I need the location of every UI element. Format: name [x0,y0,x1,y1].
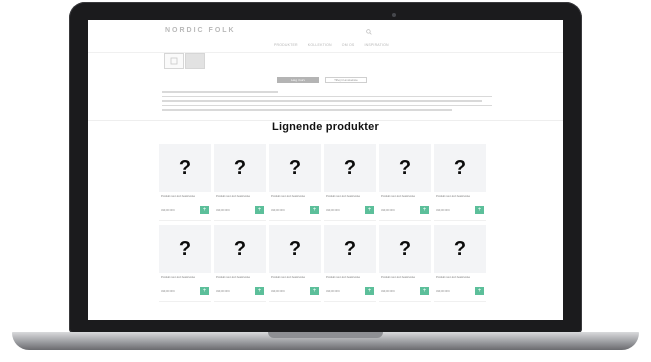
nav-item-om-os[interactable]: OM OS [342,43,355,47]
product-price: 499,00 DKK [161,209,175,212]
add-to-cart-icon-button[interactable]: + [310,287,319,295]
add-to-cart-icon-button[interactable]: + [255,206,264,214]
laptop-screen: NORDIC FOLK PRODUKTER KOLLEKTION OM OS I… [88,20,563,320]
product-image-placeholder[interactable]: ? [159,225,211,273]
add-to-cart-icon-button[interactable]: + [365,287,374,295]
product-image-placeholder[interactable]: ? [269,225,321,273]
product-image-placeholder[interactable]: ? [214,144,266,192]
product-card[interactable]: ? Produkt navn kort beskrivelse 499,00 D… [379,225,431,302]
nav-item-inspiration[interactable]: INSPIRATION [364,43,388,47]
product-price: 499,00 DKK [216,290,230,293]
product-card[interactable]: ? Produkt navn kort beskrivelse 499,00 D… [269,225,321,302]
product-card[interactable]: ? Produkt navn kort beskrivelse 499,00 D… [159,225,211,302]
product-name: Produkt navn kort beskrivelse [326,276,361,279]
site-logo[interactable]: NORDIC FOLK [165,27,236,34]
add-to-cart-icon-button[interactable]: + [475,206,484,214]
product-price: 499,00 DKK [436,290,450,293]
card-divider [434,301,486,302]
nav-item-produkter[interactable]: PRODUKTER [274,43,298,47]
add-to-cart-icon-button[interactable]: + [310,206,319,214]
product-name: Produkt navn kort beskrivelse [381,195,416,198]
search-icon[interactable] [366,29,372,35]
main-nav: PRODUKTER KOLLEKTION OM OS INSPIRATION [274,43,389,47]
nav-item-kollektion[interactable]: KOLLEKTION [308,43,332,47]
product-card[interactable]: ? Produkt navn kort beskrivelse 499,00 D… [214,225,266,302]
product-card[interactable]: ? Produkt navn kort beskrivelse 499,00 D… [379,144,431,221]
product-price: 499,00 DKK [381,209,395,212]
product-name: Produkt navn kort beskrivelse [216,195,251,198]
product-price: 499,00 DKK [436,209,450,212]
card-divider [324,220,376,221]
add-to-cart-icon-button[interactable]: + [475,287,484,295]
card-divider [214,220,266,221]
product-card[interactable]: ? Produkt navn kort beskrivelse 499,00 D… [269,144,321,221]
product-name: Produkt navn kort beskrivelse [436,276,471,279]
product-price: 499,00 DKK [216,209,230,212]
product-image-placeholder[interactable]: ? [324,144,376,192]
product-card[interactable]: ? Produkt navn kort beskrivelse 499,00 D… [324,144,376,221]
card-divider [269,220,321,221]
product-price: 499,00 DKK [161,290,175,293]
product-image-placeholder[interactable]: ? [434,225,486,273]
product-card[interactable]: ? Produkt navn kort beskrivelse 499,00 D… [434,225,486,302]
image-placeholder-icon [170,57,178,65]
product-price: 499,00 DKK [271,209,285,212]
card-divider [379,301,431,302]
product-description [162,91,492,114]
laptop-notch [268,332,383,338]
product-card[interactable]: ? Produkt navn kort beskrivelse 499,00 D… [434,144,486,221]
product-card[interactable]: ? Produkt navn kort beskrivelse 499,00 D… [214,144,266,221]
product-price: 499,00 DKK [326,209,340,212]
product-image-placeholder[interactable]: ? [379,144,431,192]
product-name: Produkt navn kort beskrivelse [326,195,361,198]
product-name: Produkt navn kort beskrivelse [271,195,306,198]
product-name: Produkt navn kort beskrivelse [271,276,306,279]
add-to-cart-icon-button[interactable]: + [420,206,429,214]
add-to-cart-icon-button[interactable]: + [365,206,374,214]
product-thumbnail-2[interactable] [185,53,205,69]
product-name: Produkt navn kort beskrivelse [161,276,196,279]
product-price: 499,00 DKK [381,290,395,293]
product-name: Produkt navn kort beskrivelse [216,276,251,279]
card-divider [379,220,431,221]
related-products-title: Lignende produkter [272,121,379,133]
product-image-placeholder[interactable]: ? [269,144,321,192]
add-to-cart-icon-button[interactable]: + [200,287,209,295]
header-divider [88,52,563,53]
product-image-placeholder[interactable]: ? [379,225,431,273]
add-to-cart-icon-button[interactable]: + [255,287,264,295]
product-image-placeholder[interactable]: ? [214,225,266,273]
add-to-cart-icon-button[interactable]: + [420,287,429,295]
product-thumbnail-1[interactable] [164,53,184,69]
product-name: Produkt navn kort beskrivelse [381,276,416,279]
card-divider [324,301,376,302]
product-price: 499,00 DKK [271,290,285,293]
card-divider [159,220,211,221]
product-name: Produkt navn kort beskrivelse [436,195,471,198]
product-price: 499,00 DKK [326,290,340,293]
product-name: Produkt navn kort beskrivelse [161,195,196,198]
product-image-placeholder[interactable]: ? [324,225,376,273]
product-card[interactable]: ? Produkt navn kort beskrivelse 499,00 D… [159,144,211,221]
camera-icon [392,13,396,17]
card-divider [269,301,321,302]
card-divider [159,301,211,302]
add-to-cart-button[interactable]: Læg i kurv [277,77,319,83]
related-products-grid: ? Produkt navn kort beskrivelse 499,00 D… [159,144,486,304]
product-image-placeholder[interactable]: ? [434,144,486,192]
add-to-cart-icon-button[interactable]: + [200,206,209,214]
card-divider [214,301,266,302]
product-image-placeholder[interactable]: ? [159,144,211,192]
card-divider [434,220,486,221]
product-card[interactable]: ? Produkt navn kort beskrivelse 499,00 D… [324,225,376,302]
wishlist-button[interactable]: Tilføj til ønskeliste [325,77,367,83]
